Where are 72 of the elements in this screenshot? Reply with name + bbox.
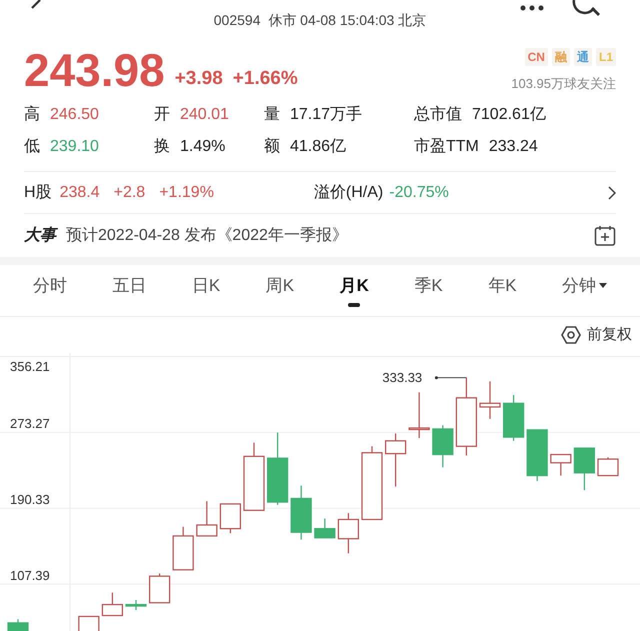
stat-label: 市盈TTM <box>414 136 479 158</box>
market-badge: L1 <box>596 48 616 66</box>
rising-candle <box>243 442 265 511</box>
stat-value: 233.24 <box>488 137 538 158</box>
stat-value: 7102.61亿 <box>472 105 546 126</box>
period-tab[interactable]: 季K <box>414 264 443 317</box>
stat-value: 239.10 <box>50 137 99 158</box>
falling-candle <box>314 518 336 538</box>
event-text[interactable]: 预计2022-04-28 发布《2022年一季报》 <box>66 224 348 248</box>
market-badge: CN <box>524 48 548 66</box>
stat-value: 1.49% <box>180 137 226 158</box>
falling-candle <box>574 447 595 490</box>
falling-candle <box>125 600 147 610</box>
max-price-label: 333.33 <box>382 370 422 384</box>
stock-price: 243.98 <box>24 47 165 94</box>
stat-label: 开 <box>154 105 170 126</box>
rising-candle <box>385 433 406 486</box>
rising-candle <box>597 457 619 476</box>
h-share-change-percent: +1.19% <box>159 182 214 203</box>
stat-label: 量 <box>264 105 280 126</box>
axis-label: 273.27 <box>10 417 50 430</box>
chevron-right-icon[interactable] <box>608 186 616 200</box>
h-share-price: 238.4 <box>60 182 100 203</box>
premium-value: -20.75% <box>389 182 449 203</box>
stat-value: 246.50 <box>50 105 99 126</box>
falling-candle <box>503 395 524 441</box>
stat-label: 总市值 <box>414 104 462 126</box>
rising-candle <box>479 381 501 419</box>
stat-label: 换 <box>154 137 170 158</box>
stat-value: 17.17万手 <box>290 104 362 126</box>
hexagon-settings-icon[interactable] <box>561 325 581 345</box>
more-icon[interactable] <box>520 5 544 11</box>
rising-candle <box>196 501 218 536</box>
period-tab[interactable]: 年K <box>488 264 517 317</box>
axis-label: 107.39 <box>10 569 50 582</box>
falling-candle <box>432 425 454 468</box>
rising-candle <box>149 573 170 604</box>
h-share-label: H股 <box>24 182 52 203</box>
rising-candle <box>102 592 123 616</box>
stat-value: 41.86亿 <box>290 137 346 158</box>
falling-candle <box>7 619 29 631</box>
axis-label: 356.21 <box>10 360 50 373</box>
stat-label: 低 <box>24 137 40 158</box>
stock-subtitle: 002594 休市 04-08 15:04:03 北京 <box>214 11 426 30</box>
period-tab[interactable]: 分钟 <box>562 264 608 317</box>
rising-candle <box>338 513 359 554</box>
market-badge: 通 <box>574 48 592 66</box>
stat-label: 额 <box>264 136 280 158</box>
period-tab[interactable]: 月K <box>340 264 369 317</box>
falling-candle <box>526 429 548 481</box>
followers-count: 103.95万球友关注 <box>511 74 616 93</box>
premium-label: 溢价(H/A) <box>314 182 384 203</box>
period-tab[interactable]: 日K <box>192 264 220 317</box>
period-tab[interactable]: 分时 <box>32 264 67 317</box>
h-share-change: +2.8 <box>114 182 146 203</box>
price-change: +3.98 <box>174 66 223 91</box>
axis-label: 190.33 <box>10 493 50 506</box>
rising-candle <box>408 392 430 438</box>
stat-label: 高 <box>24 104 40 126</box>
rising-candle <box>220 503 241 534</box>
adjust-mode-label[interactable]: 前复权 <box>587 324 632 346</box>
rising-candle <box>172 526 194 570</box>
rising-candle <box>550 454 572 476</box>
market-badge: 融 <box>552 48 570 66</box>
period-tab[interactable]: 周K <box>266 264 294 317</box>
event-label: 大事 <box>24 226 56 246</box>
falling-candle <box>290 486 312 540</box>
price-change-percent: +1.66% <box>232 66 298 91</box>
stat-value: 240.01 <box>180 105 229 126</box>
period-tab[interactable]: 五日 <box>112 264 146 317</box>
max-marker-line <box>434 376 467 380</box>
calendar-plus-icon[interactable] <box>594 224 616 247</box>
